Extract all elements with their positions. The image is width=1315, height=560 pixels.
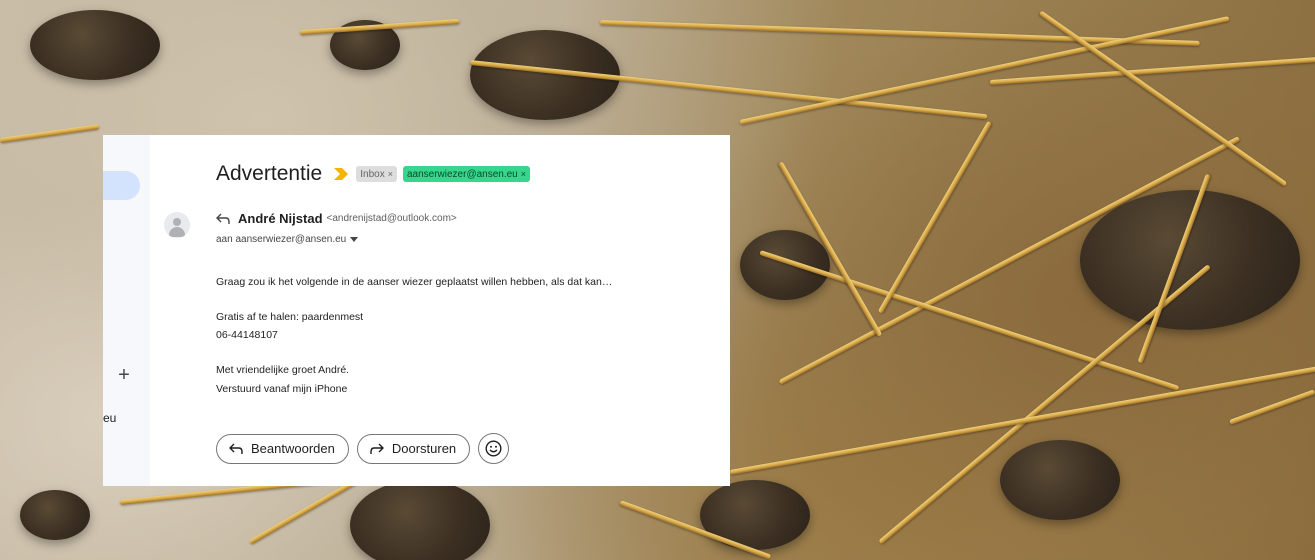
remove-label-icon[interactable]: × (521, 169, 526, 179)
label-chip-inbox[interactable]: Inbox × (356, 166, 397, 182)
chevron-down-icon[interactable] (350, 236, 359, 243)
manure-clump (1080, 190, 1300, 330)
email-subject: Advertentie (216, 162, 323, 185)
reply-button[interactable]: Beantwoorden (216, 433, 349, 464)
manure-clump (350, 480, 490, 560)
reply-arrow-icon (229, 443, 243, 454)
body-line: Graag zou ik het volgende in de aanser w… (216, 276, 613, 288)
emoji-reaction-button[interactable] (478, 433, 510, 464)
manure-clump (1000, 440, 1120, 520)
gmail-sidebar (103, 135, 150, 486)
emoji-reaction-icon (485, 440, 502, 457)
straw (1038, 10, 1288, 187)
sender-row: André Nijstad <andrenijstad@outlook.com> (216, 211, 457, 226)
importance-marker-icon[interactable] (334, 168, 349, 180)
body-line: Verstuurd vanaf mijn iPhone (216, 383, 348, 395)
body-line: 06-44148107 (216, 329, 278, 341)
avatar-head (173, 218, 181, 226)
body-line: Gratis af te halen: paardenmest (216, 311, 364, 323)
add-label-icon[interactable]: + (117, 365, 131, 385)
sender-name[interactable]: André Nijstad (238, 211, 323, 226)
recipient-text: aan aanserwiezer@ansen.eu (216, 234, 347, 245)
straw (0, 124, 100, 143)
manure-clump (20, 490, 90, 540)
straw (1229, 389, 1315, 425)
label-chip-text: aanserwiezer@ansen.eu (406, 168, 518, 180)
manure-clump (30, 10, 160, 80)
forward-button-label: Doorsturen (391, 441, 457, 456)
reply-arrow-icon[interactable] (216, 213, 230, 225)
sidebar-active-item[interactable] (103, 171, 140, 200)
reply-button-label: Beantwoorden (251, 441, 335, 456)
default-avatar-icon[interactable] (164, 212, 190, 238)
straw (877, 120, 993, 314)
subject-row: Advertentie Inbox × aanserwiezer@ansen.e… (216, 161, 531, 187)
email-view: Advertentie Inbox × aanserwiezer@ansen.e… (150, 135, 730, 486)
forward-arrow-icon (370, 443, 384, 454)
avatar-body (169, 227, 185, 237)
sidebar-label-fragment[interactable]: eu (103, 411, 116, 425)
remove-label-icon[interactable]: × (388, 169, 393, 179)
forward-button[interactable]: Doorsturen (356, 433, 471, 464)
action-buttons: Beantwoorden Doorsturen (216, 433, 510, 464)
sender-email: <andrenijstad@outlook.com> (326, 213, 457, 224)
body-line: Met vriendelijke groet André. (216, 364, 350, 376)
label-chip-address[interactable]: aanserwiezer@ansen.eu × (402, 166, 531, 182)
recipient-row[interactable]: aan aanserwiezer@ansen.eu (216, 234, 359, 245)
label-chip-text: Inbox (360, 168, 385, 180)
manure-clump (740, 230, 830, 300)
